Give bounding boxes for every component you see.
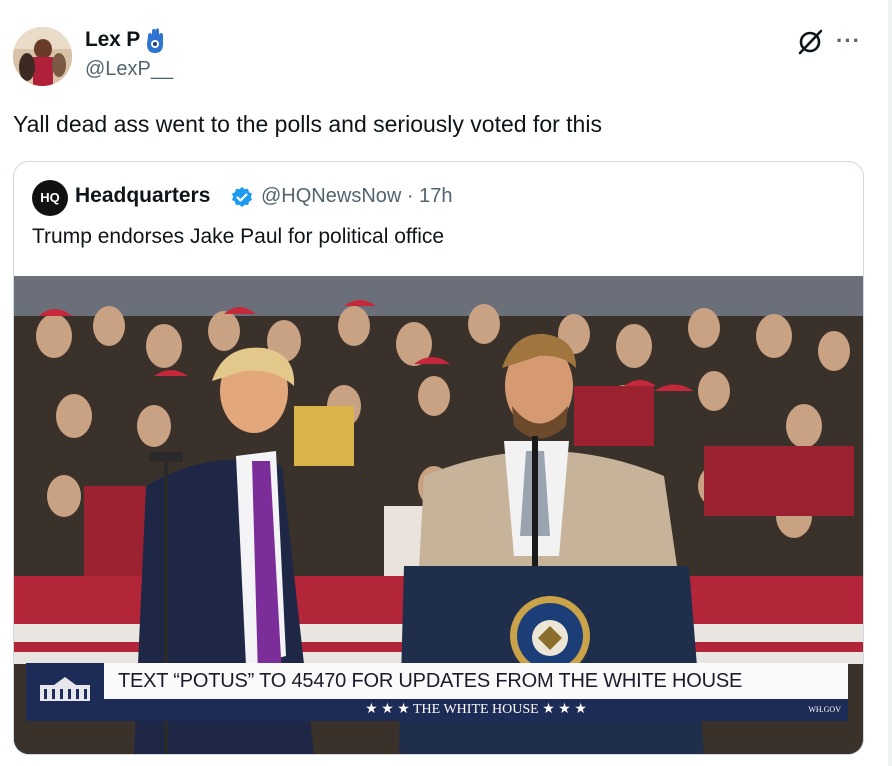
author-avatar[interactable] (13, 27, 72, 86)
verified-badge-icon (230, 186, 254, 215)
author-name[interactable]: Lex P (85, 28, 140, 52)
hamsa-emoji-icon (144, 28, 166, 59)
grok-icon[interactable] (796, 28, 824, 56)
right-border (888, 0, 892, 766)
chyron-tag: WH.GOV (808, 705, 841, 714)
post-text: Yall dead ass went to the polls and seri… (13, 111, 602, 137)
quoted-handle-time: @HQNewsNow · 17h (261, 185, 453, 207)
chyron-subline: ★ ★ ★ THE WHITE HOUSE ★ ★ ★ (104, 699, 848, 721)
quoted-post[interactable]: HQ Headquarters @HQNewsNow · 17h Trump e… (13, 161, 864, 755)
quoted-text: Trump endorses Jake Paul for political o… (32, 225, 445, 248)
more-horizontal-icon[interactable]: ··· (836, 28, 861, 54)
quoted-video-image[interactable]: TEXT “POTUS” TO 45470 FOR UPDATES FROM T… (14, 276, 863, 754)
white-house-logo (26, 663, 104, 721)
author-handle[interactable]: @LexP__ (85, 58, 173, 81)
quoted-author-name[interactable]: Headquarters (75, 184, 210, 208)
quoted-author-avatar[interactable]: HQ (32, 180, 68, 216)
chyron-headline: TEXT “POTUS” TO 45470 FOR UPDATES FROM T… (104, 663, 848, 699)
